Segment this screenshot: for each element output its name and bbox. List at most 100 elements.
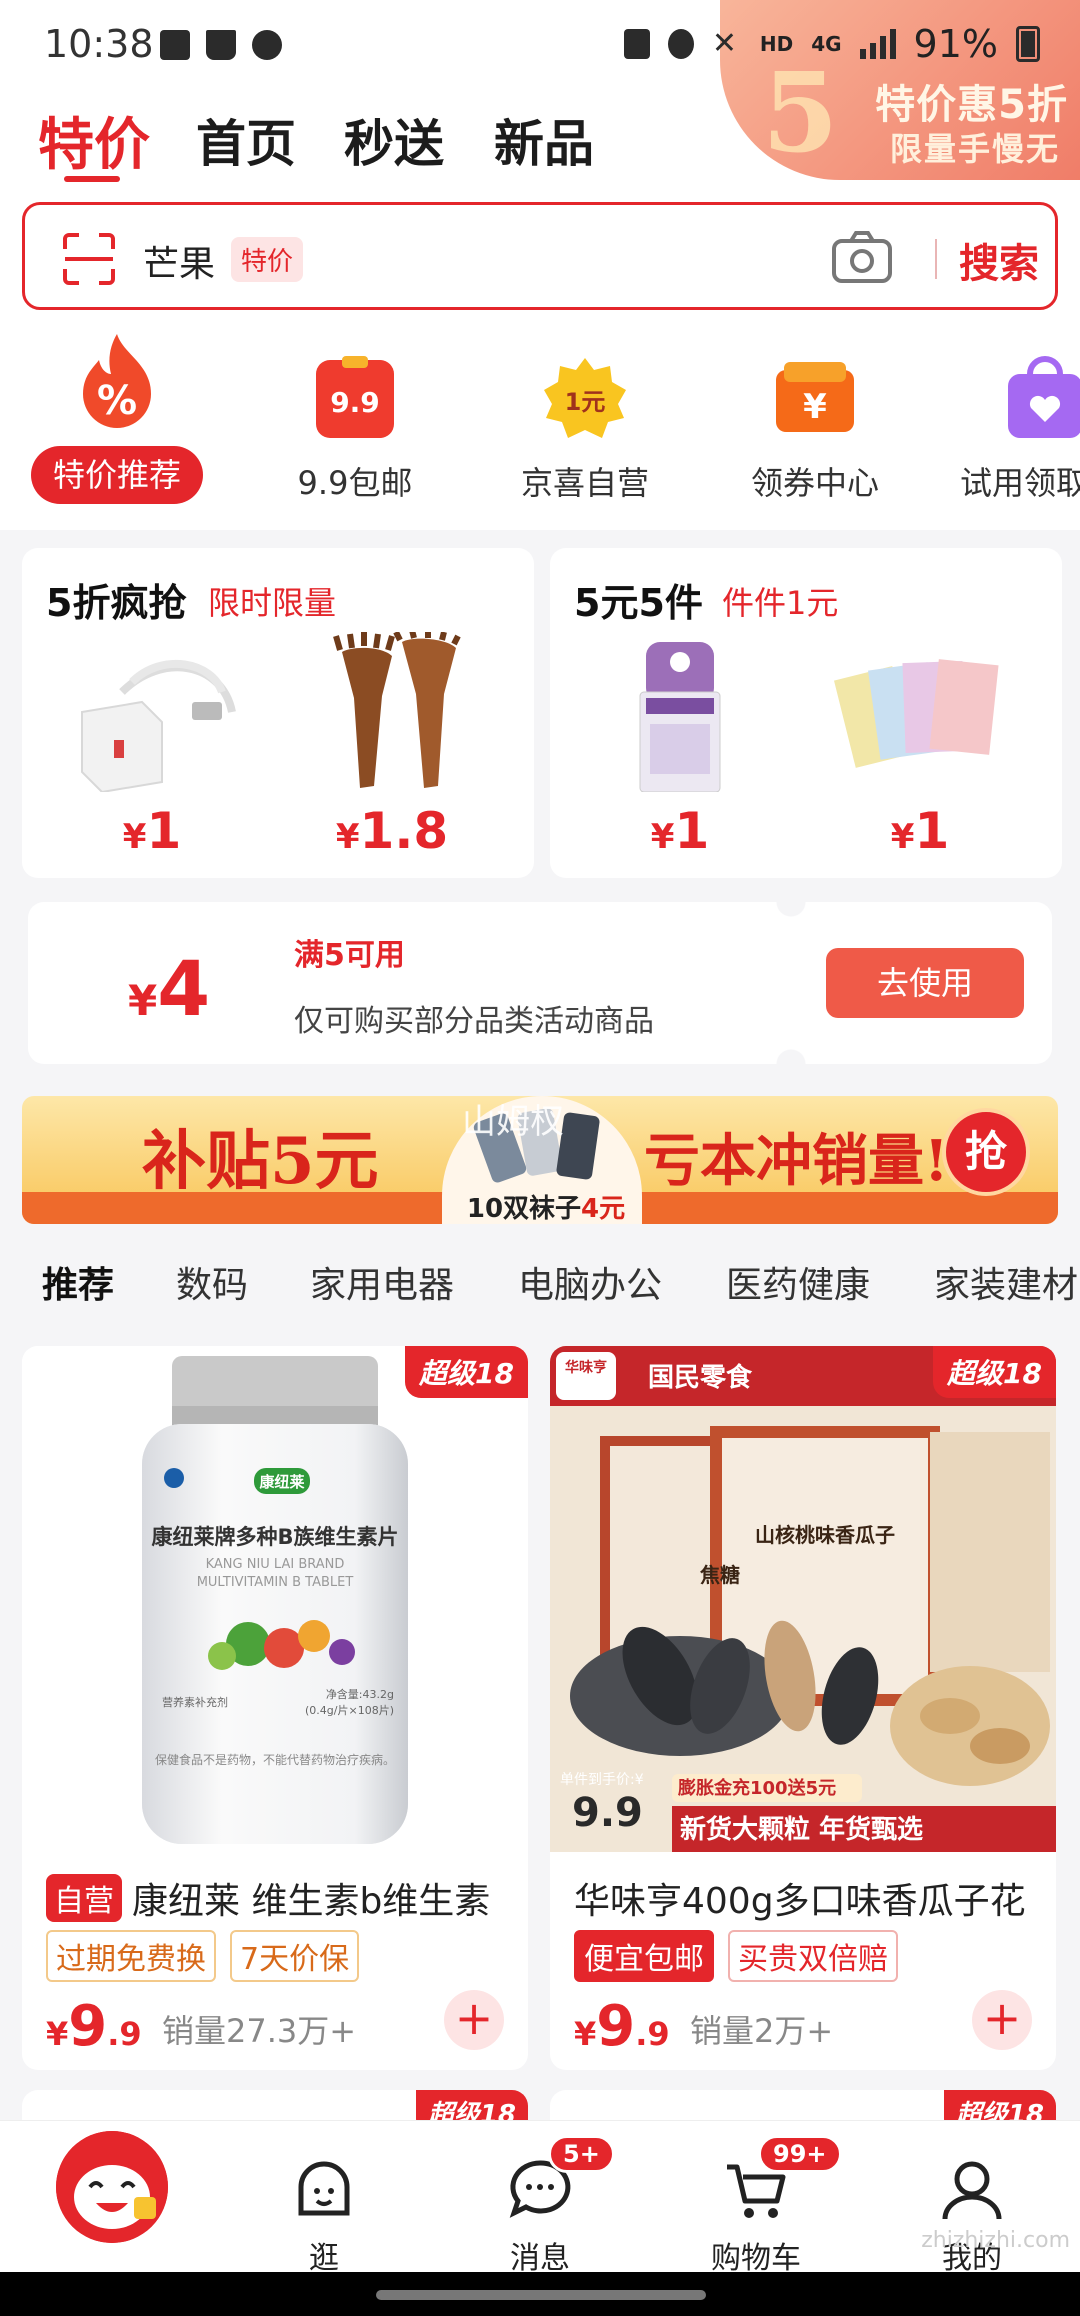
deal-price: ¥1 [650, 802, 710, 860]
subsidy-banner[interactable]: 补贴5元 10双袜子4元 亏本冲销量! 抢 山姆杈 [22, 1096, 1058, 1224]
deal-card-half-price[interactable]: 5折疯抢 限时限量 ¥1 ¥1.8 [22, 548, 534, 878]
product-card[interactable]: 康纽莱 康纽莱牌多种B族维生素片 KANG NIU LAI BRAND MULT… [22, 1346, 528, 2070]
signal-icon [859, 29, 896, 59]
use-coupon-button[interactable]: 去使用 [826, 948, 1024, 1018]
coupon-icon: ¥ [776, 362, 854, 432]
coupon-notch [776, 902, 806, 1064]
search-bar[interactable]: 芒果 特价 搜索 [22, 202, 1058, 310]
deal-price: ¥1 [122, 802, 182, 860]
add-to-cart-button[interactable]: + [972, 1990, 1032, 2050]
svg-text:营养素补充剂: 营养素补充剂 [162, 1695, 228, 1709]
tab-special-price[interactable]: 特价 [38, 100, 150, 181]
svg-text:康纽莱牌多种B族维生素片: 康纽莱牌多种B族维生素片 [151, 1525, 398, 1549]
network-indicator: 4G [811, 32, 842, 56]
tab-digital[interactable]: 数码 [176, 1256, 248, 1308]
search-input[interactable]: 芒果 [143, 235, 215, 287]
promo-big-number: 5 [762, 48, 839, 177]
category-label: 试用领取 [960, 464, 1080, 502]
deal-price: ¥1 [890, 802, 950, 860]
product-tag: 7天价保 [230, 1930, 360, 1982]
nav-label: 逛 [309, 2241, 339, 2276]
battery-percent: 91% [913, 22, 998, 66]
tab-recommend[interactable]: 推荐 [42, 1256, 114, 1308]
fire-percent-icon: % [83, 334, 151, 428]
svg-text:%: % [97, 378, 137, 424]
product-price: ¥9.9 [574, 1994, 670, 2059]
svg-text:华味亨: 华味亨 [565, 1359, 607, 1376]
nav-label: 消息 [510, 2241, 570, 2276]
self-operated-tag: 自营 [46, 1874, 122, 1922]
tab-home[interactable]: 首页 [196, 104, 296, 176]
product-image: 华味亨 国民零食 山核桃味香瓜子 焦糖 单件到手价:¥ 9.9 膨胀金充100送… [550, 1346, 1056, 1852]
site-watermark: zhizhizhi.com [921, 2228, 1070, 2253]
sim-icon [623, 29, 650, 59]
category-label: 领券中心 [750, 464, 879, 502]
yuan-badge-icon: 1元 [544, 358, 626, 438]
product-card[interactable]: 华味亨 国民零食 山核桃味香瓜子 焦糖 单件到手价:¥ 9.9 膨胀金充100送… [550, 1346, 1056, 2070]
alarm-icon [667, 29, 694, 59]
message-badge: 5+ [548, 2135, 615, 2173]
deal-item[interactable]: ¥1 [42, 618, 262, 868]
tab-office[interactable]: 电脑办公 [518, 1256, 662, 1308]
product-tags: 过期免费换 7天价保 [46, 1930, 360, 1982]
svg-text:单件到手价:¥: 单件到手价:¥ [560, 1772, 644, 1788]
profile-icon [942, 2161, 1002, 2220]
super-badge: 超级18 [933, 1346, 1056, 1398]
deal-price: ¥1.8 [335, 802, 449, 860]
home-indicator[interactable] [376, 2290, 706, 2300]
wooden-comb-image [333, 632, 461, 788]
deal-item[interactable]: ¥1 [570, 618, 790, 868]
add-to-cart-button[interactable]: + [444, 1990, 504, 2050]
svg-text:净含量:43.2g: 净含量:43.2g [326, 1687, 394, 1701]
svg-text:新货大颗粒 年货甄选: 新货大颗粒 年货甄选 [680, 1814, 923, 1845]
hd-indicator: HD [759, 32, 794, 56]
gift-bag-icon [1008, 356, 1080, 438]
deal-item[interactable]: ¥1 [810, 618, 1030, 868]
tab-home-build[interactable]: 家装建材 [934, 1256, 1078, 1308]
coupon-description: 仅可购买部分品类活动商品 [294, 1004, 654, 1039]
tab-express[interactable]: 秒送 [344, 104, 444, 176]
grab-button[interactable]: 抢 [942, 1108, 1030, 1196]
camera-icon[interactable] [831, 229, 893, 285]
category-label: 9.9包邮 [297, 464, 413, 502]
svg-text:国民零食: 国民零食 [648, 1362, 753, 1393]
product-tags: 便宜包邮 买贵双倍赔 [574, 1930, 898, 1982]
mascot-icon [56, 2131, 168, 2243]
svg-text:9.9: 9.9 [330, 386, 380, 419]
svg-text:1元: 1元 [565, 388, 606, 416]
product-title: 自营 康纽莱 维生素b维生素 [46, 1872, 516, 1924]
price-tag-icon: 9.9 [316, 356, 394, 438]
search-divider [935, 239, 937, 279]
banner-left-text: 补贴5元 [142, 1124, 379, 1199]
product-sales: 销量27.3万+ [162, 2012, 357, 2050]
nav-label: 购物车 [711, 2241, 801, 2276]
tab-new[interactable]: 新品 [494, 104, 594, 176]
cart-badge: 99+ [758, 2135, 842, 2173]
svg-text:保健食品不是药物，不能代替药物治疗疾病。: 保健食品不是药物，不能代替药物治疗疾病。 [155, 1752, 395, 1767]
svg-text:山核桃味香瓜子: 山核桃味香瓜子 [755, 1523, 895, 1547]
search-button[interactable]: 搜索 [939, 231, 1059, 289]
shopping-bag-icon [206, 30, 236, 60]
product-tag: 买贵双倍赔 [728, 1930, 898, 1982]
tab-health[interactable]: 医药健康 [726, 1256, 870, 1308]
scan-icon[interactable] [61, 231, 117, 287]
deal-card-five-for-five[interactable]: 5元5件 件件1元 ¥1 ¥1 [550, 548, 1062, 878]
coupon-amount: ¥4 [128, 944, 211, 1033]
deal-item[interactable]: ¥1.8 [282, 618, 502, 868]
banner-right-text: 亏本冲销量! [644, 1128, 949, 1194]
coupon-card[interactable]: ¥4 满5可用 仅可购买部分品类活动商品 去使用 [28, 902, 1052, 1064]
product-image: 康纽莱 康纽莱牌多种B族维生素片 KANG NIU LAI BRAND MULT… [22, 1346, 528, 1852]
status-time: 10:38 [44, 22, 154, 66]
compass-icon [252, 30, 282, 60]
status-right: ✕ HD 4G 91% [623, 22, 1040, 66]
super-badge: 超级18 [405, 1346, 528, 1398]
charger-image [81, 659, 236, 792]
mute-icon: ✕ [711, 26, 737, 61]
svg-text:焦糖: 焦糖 [700, 1563, 740, 1587]
tab-appliances[interactable]: 家用电器 [310, 1256, 454, 1308]
category-shortcuts: % 特价推荐 9.9 9.9包邮 1元 京喜自营 ¥ 领券中心 试用领取 [0, 330, 1080, 530]
svg-text:(0.4g/片×108片): (0.4g/片×108片) [305, 1704, 394, 1717]
bottom-navigation: 逛 5+ 消息 99+ 购物车 我的 [0, 2120, 1080, 2276]
nav-home-mascot[interactable] [56, 2131, 168, 2243]
banner-watermark: 山姆杈 [462, 1102, 564, 1142]
